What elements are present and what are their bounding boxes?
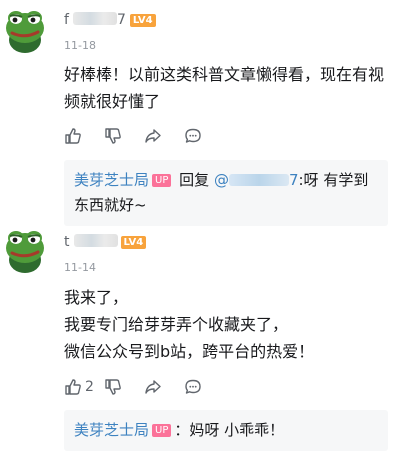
mention-link[interactable]: @7: [214, 171, 299, 189]
reply-button[interactable]: [184, 376, 224, 398]
reply-button[interactable]: [184, 125, 224, 147]
like-button[interactable]: [64, 125, 104, 147]
sub-reply[interactable]: 美芽芝士局 UP ：妈呀 小乖乖！: [64, 410, 388, 451]
comment-text: 好棒棒！以前这类科普文章懒得看，现在有视 频就很好懂了: [64, 65, 385, 111]
comment-date: 11-14: [64, 261, 96, 274]
comment-icon: [184, 127, 202, 145]
frog-avatar-icon[interactable]: [4, 226, 46, 274]
dislike-button[interactable]: [104, 376, 144, 398]
comment-item: f 7 LV4 11-18 好棒棒！以前这类科普文章懒得看，现在有视 频就很好懂了 …: [0, 0, 400, 226]
comment-actions: 2: [64, 376, 224, 398]
comment-item: t LV4 11-14 我来了， 我要专门给芽芽弄个收藏夹了， 微信公众号到b站，…: [0, 222, 400, 459]
comment-actions: [64, 125, 224, 147]
thumbs-up-icon: [64, 378, 82, 396]
level-badge: LV4: [120, 236, 147, 249]
thumbs-down-icon: [104, 378, 122, 396]
share-icon: [144, 378, 162, 396]
share-button[interactable]: [144, 125, 184, 147]
redacted-name: [72, 12, 117, 25]
username[interactable]: f 7 LV4: [64, 12, 156, 28]
like-count: 2: [85, 379, 94, 395]
level-badge: LV4: [129, 14, 156, 27]
sub-reply[interactable]: 美芽芝士局 UP 回复 @7:呀 有学到 东西就好~: [64, 160, 388, 226]
reply-author[interactable]: 美芽芝士局: [74, 421, 149, 439]
thumbs-up-icon: [64, 127, 82, 145]
share-button[interactable]: [144, 376, 184, 398]
dislike-button[interactable]: [104, 125, 144, 147]
like-button[interactable]: 2: [64, 376, 104, 398]
up-badge: UP: [152, 174, 172, 187]
comment-icon: [184, 378, 202, 396]
up-badge: UP: [152, 424, 172, 437]
redacted-name: [73, 234, 118, 247]
comment-date: 11-18: [64, 39, 96, 52]
thumbs-down-icon: [104, 127, 122, 145]
comment-text: 我来了， 我要专门给芽芽弄个收藏夹了， 微信公众号到b站，跨平台的热爱！: [64, 288, 315, 361]
reply-author[interactable]: 美芽芝士局: [74, 171, 149, 189]
username[interactable]: t LV4: [64, 234, 147, 250]
frog-avatar-icon[interactable]: [4, 6, 46, 54]
share-icon: [144, 127, 162, 145]
